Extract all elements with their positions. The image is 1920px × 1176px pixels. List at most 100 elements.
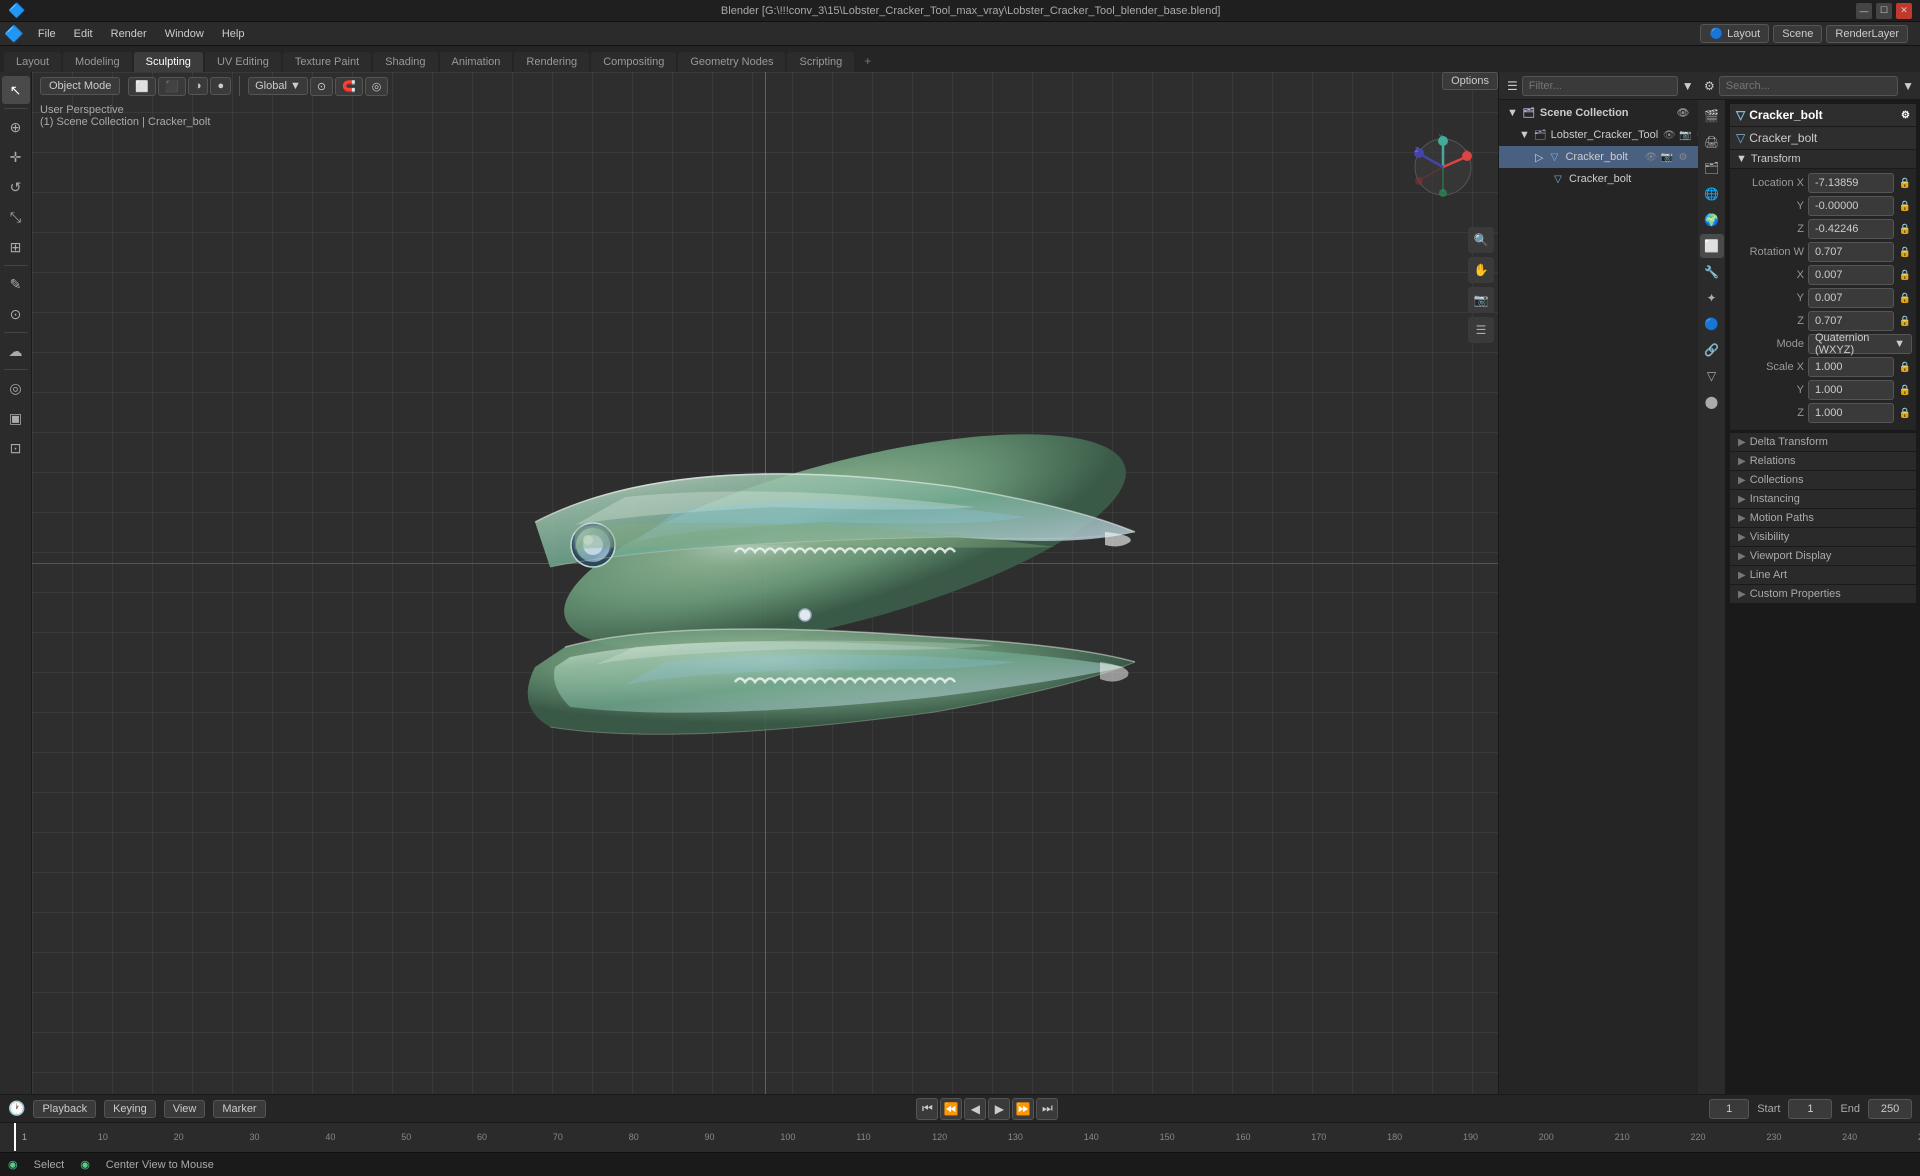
instancing-section[interactable]: ▶ Instancing	[1730, 489, 1916, 508]
maximize-button[interactable]: ☐	[1876, 3, 1892, 19]
keying-button[interactable]: Keying	[104, 1100, 156, 1118]
cracker-bolt-cam-icon[interactable]: 📷	[1660, 150, 1674, 164]
close-button[interactable]: ✕	[1896, 3, 1912, 19]
camera-button[interactable]: 📷	[1468, 287, 1494, 313]
scene-selector[interactable]: Scene	[1773, 25, 1822, 43]
visibility-section[interactable]: ▶ Visibility	[1730, 527, 1916, 546]
location-y-lock-icon[interactable]: 🔒	[1898, 199, 1912, 213]
minimize-button[interactable]: —	[1856, 3, 1872, 19]
menu-help[interactable]: Help	[214, 26, 253, 42]
rotation-y-value[interactable]: 0.007	[1808, 288, 1894, 308]
viewport-shading-render[interactable]: ●	[210, 77, 231, 95]
tab-modeling[interactable]: Modeling	[63, 52, 132, 72]
outliner-search-input[interactable]	[1522, 76, 1678, 96]
tool-extra-2[interactable]: ▣	[2, 404, 30, 432]
collection-vis-button[interactable]: ☰	[1468, 317, 1494, 343]
props-tab-data[interactable]: ▽	[1700, 364, 1724, 388]
menu-edit[interactable]: Edit	[66, 26, 101, 42]
delta-transform-section[interactable]: ▶ Delta Transform	[1730, 432, 1916, 451]
props-tab-render[interactable]: 🎬	[1700, 104, 1724, 128]
pan-button[interactable]: ✋	[1468, 257, 1494, 283]
location-y-value[interactable]: -0.00000	[1808, 196, 1894, 216]
properties-filter-icon[interactable]: ▼	[1902, 79, 1914, 93]
marker-button[interactable]: Marker	[213, 1100, 265, 1118]
timeline-ruler[interactable]: 1 10 20 30 40 50 60 70 80 90 100 110 120…	[0, 1123, 1920, 1151]
tool-annotate[interactable]: ✎	[2, 270, 30, 298]
playback-button[interactable]: Playback	[33, 1100, 96, 1118]
engine-selector[interactable]: 🔵Layout	[1700, 24, 1769, 43]
location-x-lock-icon[interactable]: 🔒	[1898, 176, 1912, 190]
tool-cursor[interactable]: ⊕	[2, 113, 30, 141]
tab-scripting[interactable]: Scripting	[787, 52, 854, 72]
props-tab-modifier[interactable]: 🔧	[1700, 260, 1724, 284]
tool-move[interactable]: ✛	[2, 143, 30, 171]
tool-extra-3[interactable]: ⊡	[2, 434, 30, 462]
add-workspace-button[interactable]: +	[856, 50, 879, 72]
viewport-display-section[interactable]: ▶ Viewport Display	[1730, 546, 1916, 565]
outliner-cracker-bolt-obj[interactable]: ▷ ▽ Cracker_bolt 👁 📷 ⚙	[1499, 146, 1698, 168]
custom-properties-section[interactable]: ▶ Custom Properties	[1730, 584, 1916, 603]
rotation-w-value[interactable]: 0.707	[1808, 242, 1894, 262]
location-z-lock-icon[interactable]: 🔒	[1898, 222, 1912, 236]
tool-select[interactable]: ↖	[2, 76, 30, 104]
tab-layout[interactable]: Layout	[4, 52, 61, 72]
scale-y-value[interactable]: 1.000	[1808, 380, 1894, 400]
viewport[interactable]: Object Mode ⬜ ⬛ ◑ ● Global ▼ ⊙ 🧲 ◎ User …	[32, 72, 1498, 1094]
tool-transform[interactable]: ⊞	[2, 233, 30, 261]
props-tab-particles[interactable]: ✦	[1700, 286, 1724, 310]
tool-rotate[interactable]: ↺	[2, 173, 30, 201]
cracker-bolt-render-icon[interactable]: ⚙	[1676, 150, 1690, 164]
start-frame-value[interactable]: 1	[1788, 1099, 1832, 1119]
outliner-filter-icon[interactable]: ▼	[1682, 79, 1694, 93]
transform-section-header[interactable]: ▼ Transform	[1730, 150, 1916, 169]
viewport-shading-material[interactable]: ◑	[188, 77, 209, 95]
jump-end-button[interactable]: ⏭	[1036, 1098, 1058, 1120]
tool-add[interactable]: ☁	[2, 337, 30, 365]
end-frame-value[interactable]: 250	[1868, 1099, 1912, 1119]
cracker-tool-cam-icon[interactable]: 📷	[1678, 128, 1692, 142]
rotation-z-value[interactable]: 0.707	[1808, 311, 1894, 331]
tab-texture-paint[interactable]: Texture Paint	[283, 52, 371, 72]
collections-section[interactable]: ▶ Collections	[1730, 470, 1916, 489]
viewport-snapping[interactable]: 🧲	[335, 77, 363, 96]
render-layer-selector[interactable]: RenderLayer	[1826, 25, 1908, 43]
cracker-tool-vis-icon[interactable]: 👁	[1662, 128, 1676, 142]
props-tab-object[interactable]: ⬜	[1700, 234, 1724, 258]
menu-render[interactable]: Render	[103, 26, 155, 42]
props-tab-constraints[interactable]: 🔗	[1700, 338, 1724, 362]
tab-sculpting[interactable]: Sculpting	[134, 52, 203, 72]
tool-extra-1[interactable]: ◎	[2, 374, 30, 402]
tab-shading[interactable]: Shading	[373, 52, 437, 72]
menu-window[interactable]: Window	[157, 26, 212, 42]
viewport-gizmo[interactable]: Y X Z	[1408, 132, 1478, 202]
scale-z-lock-icon[interactable]: 🔒	[1898, 406, 1912, 420]
outliner-scene-collection[interactable]: ▼ 🗂 Scene Collection 👁	[1499, 102, 1698, 124]
tab-uv-editing[interactable]: UV Editing	[205, 52, 281, 72]
timeline-view-button[interactable]: View	[164, 1100, 206, 1118]
rotation-z-lock-icon[interactable]: 🔒	[1898, 314, 1912, 328]
viewport-proportional[interactable]: ◎	[365, 77, 389, 96]
tab-geometry-nodes[interactable]: Geometry Nodes	[678, 52, 785, 72]
current-frame-display[interactable]: 1	[1709, 1099, 1749, 1119]
relations-section[interactable]: ▶ Relations	[1730, 451, 1916, 470]
play-forward-button[interactable]: ▶	[988, 1098, 1010, 1120]
props-tab-physics[interactable]: 🔵	[1700, 312, 1724, 336]
location-z-value[interactable]: -0.42246	[1808, 219, 1894, 239]
window-controls[interactable]: — ☐ ✕	[1856, 3, 1912, 19]
tab-rendering[interactable]: Rendering	[514, 52, 589, 72]
props-tab-world[interactable]: 🌍	[1700, 208, 1724, 232]
rotation-w-lock-icon[interactable]: 🔒	[1898, 245, 1912, 259]
properties-search-input[interactable]	[1719, 76, 1898, 96]
play-back-button[interactable]: ◀	[964, 1098, 986, 1120]
props-tab-view-layer[interactable]: 🗂	[1700, 156, 1724, 180]
location-x-value[interactable]: -7.13859	[1808, 173, 1894, 193]
zoom-in-button[interactable]: 🔍	[1468, 227, 1494, 253]
scale-x-lock-icon[interactable]: 🔒	[1898, 360, 1912, 374]
rotation-mode-value[interactable]: Quaternion (WXYZ) ▼	[1808, 334, 1912, 354]
motion-paths-section[interactable]: ▶ Motion Paths	[1730, 508, 1916, 527]
object-mode-button[interactable]: Object Mode	[40, 77, 120, 95]
tool-scale[interactable]: ⤡	[2, 203, 30, 231]
prev-keyframe-button[interactable]: ⏪	[940, 1098, 962, 1120]
jump-start-button[interactable]: ⏮	[916, 1098, 938, 1120]
outliner-cracker-bolt-data[interactable]: ▽ Cracker_bolt	[1499, 168, 1698, 190]
